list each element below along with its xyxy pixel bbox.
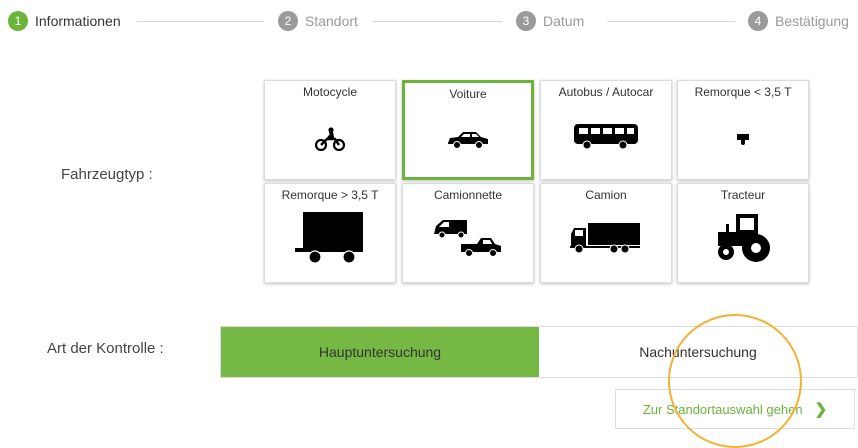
chevron-right-icon: ❯ (814, 401, 828, 418)
vehicle-option-label: Motocycle (302, 85, 358, 99)
vehicle-option-camion[interactable]: Camion (540, 183, 672, 283)
vehicle-option-motocycle[interactable]: Motocycle (264, 80, 396, 180)
step-label: Standort (305, 13, 358, 29)
option-hauptuntersuchung[interactable]: Hauptuntersuchung (221, 327, 539, 377)
step-datum[interactable]: 3 Datum (516, 10, 584, 32)
control-type-toggle: Hauptuntersuchung Nachuntersuchung (220, 326, 858, 378)
vehicle-option-label: Autobus / Autocar (558, 85, 654, 99)
vehicle-option-camionnette[interactable]: Camionnette (402, 183, 534, 283)
tractor-icon (678, 212, 808, 264)
step-number: 2 (278, 11, 298, 31)
small-trailer-icon (678, 133, 808, 145)
vehicle-option-label: Camionnette (433, 188, 503, 202)
step-informationen[interactable]: 1 Informationen (8, 10, 121, 32)
vehicle-option-autobus[interactable]: Autobus / Autocar (540, 80, 672, 180)
next-step-label: Zur Standortauswahl gehen (642, 401, 803, 417)
step-label: Datum (543, 13, 585, 29)
step-number: 1 (8, 11, 28, 31)
step-connector (607, 21, 735, 22)
vehicle-option-label: Tracteur (720, 188, 766, 202)
step-connector (137, 21, 264, 22)
step-bestaetigung[interactable]: 4 Bestätigung (748, 10, 849, 32)
step-standort[interactable]: 2 Standort (278, 10, 358, 32)
vehicle-option-remorque-small[interactable]: Remorque < 3,5 T (677, 80, 809, 180)
motorcycle-icon (265, 127, 395, 151)
van-icon (403, 218, 533, 258)
step-number: 3 (516, 11, 536, 31)
next-step-button[interactable]: Zur Standortauswahl gehen ❯ (615, 389, 855, 429)
bus-icon (541, 123, 671, 151)
large-trailer-icon (265, 210, 395, 264)
control-type-label: Art der Kontrolle : (47, 340, 164, 357)
vehicle-option-label: Remorque > 3,5 T (281, 188, 379, 202)
step-label: Bestätigung (775, 13, 849, 29)
vehicle-option-label: Camion (585, 188, 627, 202)
vehicle-option-label: Voiture (449, 87, 487, 101)
vehicle-option-remorque-large[interactable]: Remorque > 3,5 T (264, 183, 396, 283)
vehicle-option-label: Remorque < 3,5 T (694, 85, 792, 99)
step-label: Informationen (35, 13, 121, 29)
step-connector (372, 21, 502, 22)
step-number: 4 (748, 11, 768, 31)
car-icon (405, 131, 531, 149)
truck-icon (541, 222, 671, 254)
vehicle-type-label: Fahrzeugtyp : (61, 166, 153, 183)
vehicle-option-voiture[interactable]: Voiture (402, 80, 534, 180)
progress-stepper: 1 Informationen 2 Standort 3 Datum 4 Bes… (0, 0, 858, 40)
vehicle-option-tracteur[interactable]: Tracteur (677, 183, 809, 283)
option-nachuntersuchung[interactable]: Nachuntersuchung (539, 327, 857, 377)
